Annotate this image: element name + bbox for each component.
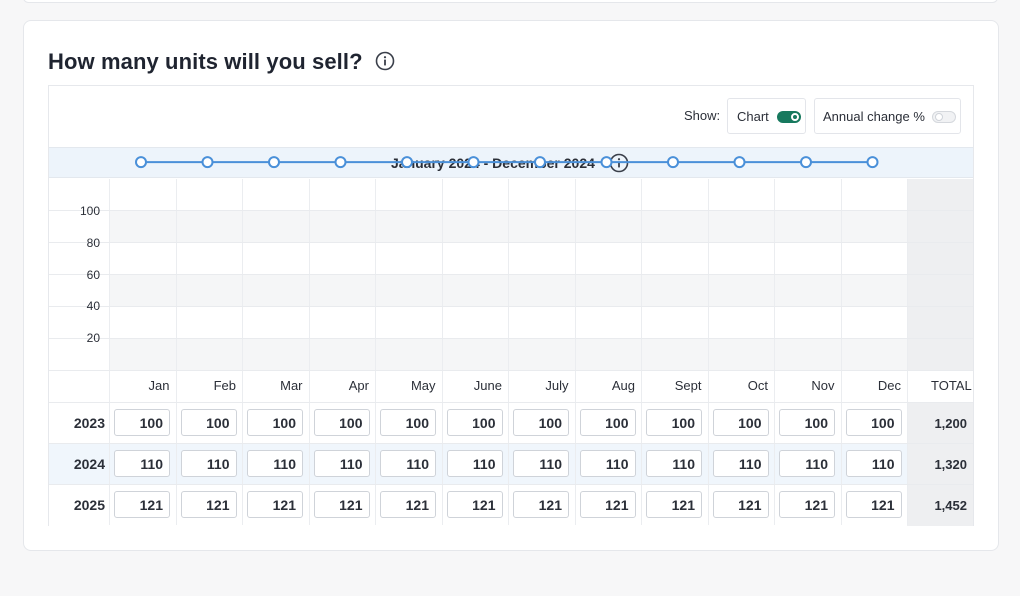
row-total: 1,200 [934, 416, 967, 431]
units-input[interactable] [313, 491, 370, 518]
data-point[interactable] [600, 156, 613, 169]
month-label: Nov [811, 378, 835, 393]
units-input[interactable] [579, 450, 636, 477]
units-input[interactable] [646, 450, 702, 477]
units-input[interactable] [180, 409, 237, 436]
month-label: Feb [213, 378, 236, 393]
units-input[interactable] [446, 450, 503, 477]
units-input[interactable] [779, 409, 835, 436]
units-input[interactable] [313, 450, 370, 477]
units-input[interactable] [247, 409, 303, 436]
row-year-label: 2023 [73, 415, 105, 431]
units-input[interactable] [579, 409, 636, 436]
units-input[interactable] [114, 491, 170, 518]
data-point[interactable] [334, 156, 347, 169]
month-label: June [473, 378, 502, 393]
units-input[interactable] [114, 409, 170, 436]
month-label: Sept [674, 378, 702, 393]
units-input[interactable] [380, 450, 436, 477]
data-point[interactable] [866, 156, 879, 169]
units-input[interactable] [779, 491, 835, 518]
month-label: Oct [747, 378, 768, 393]
units-input[interactable] [513, 491, 569, 518]
data-point[interactable] [534, 156, 546, 169]
units-input[interactable] [712, 450, 769, 477]
total-header: TOTAL [931, 378, 972, 393]
units-input[interactable] [247, 491, 303, 518]
data-point[interactable] [268, 156, 280, 169]
row-year-label: 2025 [73, 497, 105, 513]
units-input[interactable] [380, 491, 436, 518]
units-input[interactable] [313, 409, 370, 436]
units-input[interactable] [513, 409, 569, 436]
data-point[interactable] [135, 156, 147, 169]
row-total: 1,452 [934, 498, 967, 513]
units-input[interactable] [513, 450, 569, 477]
data-point[interactable] [201, 156, 214, 169]
data-point[interactable] [667, 156, 679, 169]
month-label: Aug [611, 378, 635, 393]
units-input[interactable] [446, 409, 503, 436]
units-input[interactable] [180, 450, 237, 477]
month-label: Dec [877, 378, 901, 393]
data-point[interactable] [401, 156, 413, 169]
units-input[interactable] [380, 409, 436, 436]
units-input[interactable] [712, 409, 769, 436]
units-input[interactable] [779, 450, 835, 477]
month-label: July [545, 378, 569, 393]
units-input[interactable] [446, 491, 503, 518]
units-input[interactable] [845, 491, 902, 518]
row-year-label: 2024 [73, 456, 105, 472]
month-label: Jan [148, 378, 170, 393]
data-point[interactable] [467, 156, 480, 169]
data-point[interactable] [733, 156, 746, 169]
units-input[interactable] [646, 409, 702, 436]
units-input[interactable] [579, 491, 636, 518]
units-input[interactable] [712, 491, 769, 518]
units-input[interactable] [845, 450, 902, 477]
data-point[interactable] [800, 156, 812, 169]
month-label: Apr [348, 378, 369, 393]
units-input[interactable] [114, 450, 170, 477]
row-total: 1,320 [934, 457, 967, 472]
units-input[interactable] [646, 491, 702, 518]
units-input[interactable] [247, 450, 303, 477]
month-label: May [410, 378, 436, 393]
units-input[interactable] [845, 409, 902, 436]
units-input[interactable] [180, 491, 237, 518]
month-label: Mar [280, 378, 303, 393]
